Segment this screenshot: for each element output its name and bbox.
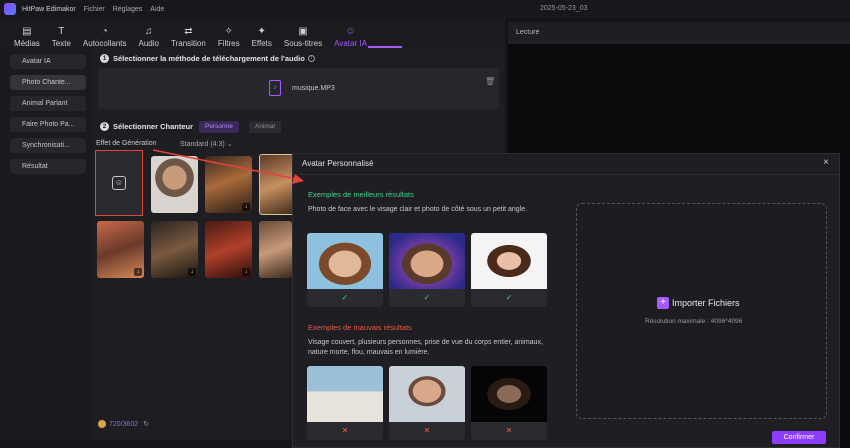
good-examples-description: Photo de face avec le visage clair et ph… <box>308 206 528 213</box>
credits-value: 720/3602 <box>109 420 139 428</box>
tab-autocollants[interactable]: ◔ Autocollants <box>77 20 133 49</box>
good-example-photo <box>471 233 547 289</box>
tab-effets[interactable]: ✦ Effets <box>246 20 278 49</box>
bad-example-photo <box>307 366 383 422</box>
generation-effect-select[interactable]: Standard (4:3) ⌄ <box>180 140 233 148</box>
dialog-title: Avatar Personnalisé <box>302 159 374 168</box>
sidebar-item-avatar-ia[interactable]: Avatar IA <box>10 54 86 69</box>
sidebar-item-resultat[interactable]: Résultat <box>10 159 86 174</box>
cross-icon: ✕ <box>505 426 513 435</box>
step-1-number: 1 <box>100 54 109 63</box>
media-toolbar: ▤ Médias T Texte ◔ Autocollants ♫ Audio ⇄ Tra… <box>0 18 505 48</box>
good-example-card: ✓ <box>471 233 547 307</box>
tab-avatar-ia[interactable]: ☺ Avatar IA <box>328 20 373 49</box>
cross-icon: ✕ <box>423 426 431 435</box>
chevron-down-icon: ⌄ <box>226 141 233 148</box>
confirm-button[interactable]: Confirmer <box>772 431 826 444</box>
singer-thumbnail[interactable] <box>259 221 292 278</box>
trash-icon[interactable]: 🗑 <box>485 77 495 86</box>
download-icon: ↓ <box>242 203 250 211</box>
coin-icon <box>98 420 106 428</box>
preview-label: Lecture <box>516 29 540 36</box>
app-name: HitPaw Edimakor <box>22 5 76 13</box>
audio-icon: ♫ <box>145 26 153 37</box>
effects-icon: ✦ <box>257 26 266 37</box>
bad-examples-title: Exemples de mauvais résultats <box>308 323 412 332</box>
good-example-card: ✓ <box>389 233 465 307</box>
bad-example-card: ✕ <box>471 366 547 440</box>
menu-reglages[interactable]: Réglages <box>113 6 143 13</box>
tab-filtres[interactable]: ✧ Filtres <box>212 20 246 49</box>
check-icon: ✓ <box>423 293 431 302</box>
credits-indicator: 720/3602 ↻ <box>98 420 149 428</box>
menu-fichier[interactable]: Fichier <box>84 6 105 13</box>
import-files-button[interactable]: + Importer Fichiers <box>657 297 740 309</box>
audio-file-icon: ♪ <box>269 80 281 96</box>
step-1-title: Sélectionner la méthode de téléchargemen… <box>113 54 305 63</box>
dialog-divider <box>293 174 839 175</box>
custom-avatar-dialog: Avatar Personnalisé × Exemples de meille… <box>292 153 840 448</box>
subtitles-icon: ▣ <box>298 26 308 37</box>
good-examples-title: Exemples de meilleurs résultats <box>308 190 414 199</box>
generation-effect-label: Effet de Génération <box>96 140 157 147</box>
tab-sous-titres[interactable]: ▣ Sous-titres <box>278 20 328 49</box>
bad-examples-description: Visage couvert, plusieurs personnes, pri… <box>308 339 543 356</box>
project-title: 2025-05-23_03 <box>540 5 588 12</box>
refresh-icon[interactable]: ↻ <box>143 420 149 428</box>
good-example-photo <box>389 233 465 289</box>
download-icon: ↓ <box>188 268 196 276</box>
app-logo-icon <box>4 3 16 15</box>
close-icon[interactable]: × <box>823 157 829 168</box>
max-resolution-text: Résolution maximale : 4096*4096 <box>645 318 743 325</box>
step-2-heading: 2 Sélectionner Chanteur <box>100 122 193 131</box>
singer-thumbnail[interactable] <box>151 156 198 213</box>
audio-file-name: musique.MP3 <box>292 85 335 92</box>
tab-transition[interactable]: ⇄ Transition <box>165 20 212 49</box>
add-custom-avatar-button[interactable]: ☺ <box>95 150 143 216</box>
tab-medias[interactable]: ▤ Médias <box>8 20 46 49</box>
plus-icon: + <box>657 297 669 309</box>
media-icon: ▤ <box>22 26 32 37</box>
sticker-icon: ◔ <box>101 26 108 37</box>
good-example-photo <box>307 233 383 289</box>
bad-example-photo <box>389 366 465 422</box>
import-files-label: Importer Fichiers <box>672 298 740 308</box>
sidebar-item-faire-photo-parler[interactable]: Faire Photo Pa... <box>10 117 86 132</box>
info-icon[interactable]: i <box>307 55 315 62</box>
filter-animal-button[interactable]: Animal <box>249 121 281 133</box>
singer-thumbnail[interactable]: ↓ <box>151 221 198 278</box>
filter-personne-button[interactable]: Personne <box>199 121 239 133</box>
step-2-number: 2 <box>100 122 109 131</box>
sidebar: Avatar IA Photo Chante... Animal Parlant… <box>0 48 92 448</box>
bad-example-card: ✕ <box>389 366 465 440</box>
menu-aide[interactable]: Aide <box>150 6 164 13</box>
sidebar-item-synchronisation[interactable]: Synchronisati... <box>10 138 86 153</box>
tab-texte[interactable]: T Texte <box>46 20 77 49</box>
singer-thumbnail[interactable]: ↓ <box>97 221 144 278</box>
sidebar-item-animal-parlant[interactable]: Animal Parlant <box>10 96 86 111</box>
singer-thumbnail[interactable]: ↓ <box>205 221 252 278</box>
sidebar-item-photo-chanteur[interactable]: Photo Chante... <box>10 75 86 90</box>
avatar-icon: ☺ <box>345 26 356 37</box>
title-bar: HitPaw Edimakor Fichier Réglages Aide 20… <box>0 0 850 18</box>
add-person-icon: ☺ <box>112 176 126 190</box>
download-icon: ↓ <box>242 268 250 276</box>
bad-example-photo <box>471 366 547 422</box>
download-icon: ↓ <box>134 268 142 276</box>
filter-icon: ✧ <box>224 26 233 37</box>
check-icon: ✓ <box>505 293 513 302</box>
audio-upload-box[interactable]: ♪ musique.MP3 🗑 <box>98 68 499 109</box>
preview-header: Lecture <box>508 22 850 44</box>
singer-thumbnail[interactable]: ↓ <box>205 156 252 213</box>
step-2-title: Sélectionner Chanteur <box>113 122 194 131</box>
bad-example-card: ✕ <box>307 366 383 440</box>
step-1-heading: 1 Sélectionner la méthode de téléchargem… <box>100 54 315 63</box>
cross-icon: ✕ <box>341 426 349 435</box>
text-icon: T <box>58 26 65 37</box>
check-icon: ✓ <box>341 293 349 302</box>
good-example-card: ✓ <box>307 233 383 307</box>
transition-icon: ⇄ <box>184 26 193 37</box>
tab-audio[interactable]: ♫ Audio <box>133 20 165 49</box>
file-dropzone[interactable]: + Importer Fichiers Résolution maximale … <box>576 203 827 419</box>
